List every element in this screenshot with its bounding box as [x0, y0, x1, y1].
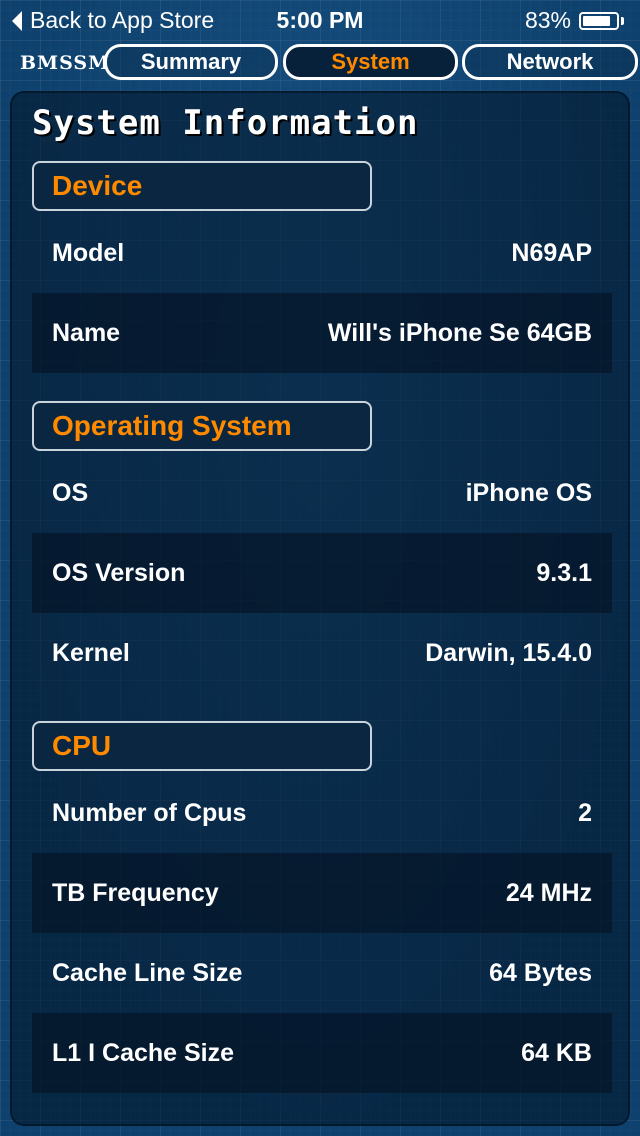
info-row-tb-frequency: TB Frequency 24 MHz — [32, 853, 612, 933]
status-bar: Back to App Store 5:00 PM 83% — [0, 0, 640, 40]
tab-network[interactable]: Network — [462, 44, 638, 80]
row-value: 2 — [578, 799, 592, 827]
info-row-os: OS iPhone OS — [32, 453, 612, 533]
info-row-l1-i-cache-size: L1 I Cache Size 64 KB — [32, 1013, 612, 1093]
battery-level-fill — [583, 15, 610, 26]
row-label: Cache Line Size — [52, 959, 243, 987]
system-info-panel[interactable]: System Information Device Model N69AP Na… — [10, 91, 630, 1126]
row-value: 24 MHz — [505, 879, 592, 907]
section-header-device: Device — [32, 161, 372, 211]
page-title: System Information — [32, 103, 419, 143]
tab-system[interactable]: System — [283, 44, 458, 80]
row-label: OS Version — [52, 559, 186, 587]
row-label: Name — [52, 319, 121, 347]
section-header-operating-system: Operating System — [32, 401, 372, 451]
section-title: Operating System — [52, 410, 292, 441]
row-label: L1 I Cache Size — [52, 1039, 235, 1067]
row-value: 64 Bytes — [489, 959, 592, 987]
row-value: Will's iPhone Se 64GB — [327, 319, 592, 347]
row-label: TB Frequency — [52, 879, 219, 907]
section-header-cpu: CPU — [32, 721, 372, 771]
info-row-cache-line-size: Cache Line Size 64 Bytes — [32, 933, 612, 1013]
section-title: Device — [52, 170, 143, 201]
battery-icon — [579, 11, 619, 30]
info-row-kernel: Kernel Darwin, 15.4.0 — [32, 613, 612, 693]
battery-status: 83% — [525, 7, 624, 34]
row-label: OS — [52, 479, 89, 507]
battery-nub — [621, 16, 624, 25]
app-screen: Back to App Store 5:00 PM 83% BMSSM Summ… — [0, 0, 640, 1136]
row-value: iPhone OS — [465, 479, 592, 507]
row-value: Darwin, 15.4.0 — [425, 639, 592, 667]
info-row-model: Model N69AP — [32, 213, 612, 293]
row-value: 9.3.1 — [536, 559, 592, 587]
tab-bar: BMSSM Summary System Network — [0, 42, 640, 82]
row-value: 64 KB — [521, 1039, 592, 1067]
battery-percent: 83% — [524, 7, 571, 33]
app-brand: BMSSM — [20, 52, 111, 74]
section-title: CPU — [52, 730, 112, 761]
row-label: Model — [52, 239, 125, 267]
row-label: Kernel — [52, 639, 130, 667]
info-row-os-version: OS Version 9.3.1 — [32, 533, 612, 613]
row-label: Number of Cpus — [52, 799, 247, 827]
row-value: N69AP — [511, 239, 592, 267]
info-row-number-of-cpus: Number of Cpus 2 — [32, 773, 612, 853]
tab-summary[interactable]: Summary — [104, 44, 278, 80]
info-row-name: Name Will's iPhone Se 64GB — [32, 293, 612, 373]
